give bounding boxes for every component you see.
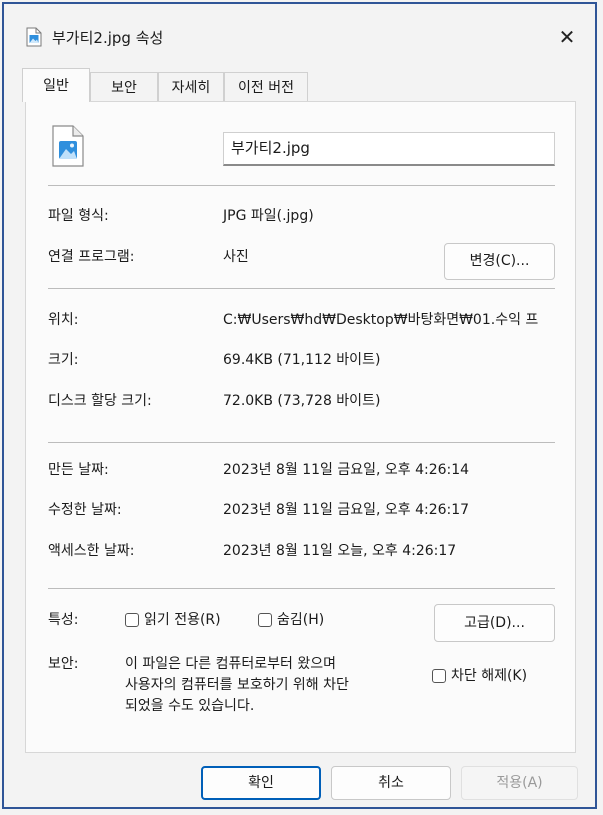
divider [48,442,555,443]
window-title: 부가티2.jpg 속성 [52,29,164,47]
modified-value: 2023년 8월 11일 금요일, 오후 4:26:17 [223,502,470,518]
file-type-label: 파일 형식: [48,208,109,224]
cancel-button-label: 취소 [378,775,404,791]
tab-details[interactable]: 자세히 [158,72,224,102]
change-button-label: 변경(C)... [469,253,530,269]
hidden-label: 숨김(H) [277,612,325,628]
readonly-label: 읽기 전용(R) [144,612,221,628]
tab-security[interactable]: 보안 [90,72,158,102]
divider [48,185,555,186]
created-label: 만든 날짜: [48,462,109,478]
unblock-checkbox[interactable] [432,669,446,683]
cancel-button[interactable]: 취소 [331,766,451,800]
attributes-label: 특성: [48,612,79,628]
tab-label: 이전 버전 [238,80,294,96]
size-on-disk-label: 디스크 할당 크기: [48,393,152,409]
divider [48,588,555,589]
accessed-value: 2023년 8월 11일 오늘, 오후 4:26:17 [223,543,457,559]
tab-label: 일반 [43,78,69,94]
ok-button-label: 확인 [248,775,274,791]
tab-general[interactable]: 일반 [22,68,90,102]
size-label: 크기: [48,352,79,368]
ok-button[interactable]: 확인 [201,766,321,800]
apply-button-label: 적용(A) [496,775,543,791]
modified-label: 수정한 날짜: [48,502,122,518]
security-message: 이 파일은 다른 컴퓨터로부터 왔으며 사용자의 컴퓨터를 보호하기 위해 차단… [125,654,425,717]
hidden-checkbox[interactable] [258,613,272,627]
unblock-label: 차단 해제(K) [451,668,528,684]
tab-previous-versions[interactable]: 이전 버전 [224,72,308,102]
location-value-box[interactable]: C:₩Users₩hd₩Desktop₩바탕화면₩01.수익 프 [223,310,555,330]
title-bar[interactable]: 부가티2.jpg 속성 ✕ [4,4,595,50]
file-type-value: JPG 파일(.jpg) [223,208,314,224]
size-on-disk-value: 72.0KB (73,728 바이트) [223,393,381,409]
opens-with-label: 연결 프로그램: [48,249,135,265]
security-text-line: 되었을 수도 있습니다. [125,698,255,714]
close-icon: ✕ [558,25,576,49]
apply-button[interactable]: 적용(A) [461,766,578,800]
divider [48,288,555,289]
filename-input[interactable]: 부가티2.jpg [223,132,555,166]
size-value: 69.4KB (71,112 바이트) [223,352,381,368]
properties-dialog: 부가티2.jpg 속성 ✕ 일반 보안 자세히 이전 버전 부가티2.jpg 파… [2,2,597,809]
location-label: 위치: [48,312,79,328]
security-label: 보안: [48,656,79,672]
image-file-icon [26,27,42,47]
security-text-line: 이 파일은 다른 컴퓨터로부터 왔으며 [125,656,336,672]
change-button[interactable]: 변경(C)... [444,243,555,280]
tab-label: 보안 [111,80,137,96]
security-text-line: 사용자의 컴퓨터를 보호하기 위해 차단 [125,677,349,693]
accessed-label: 액세스한 날짜: [48,543,135,559]
readonly-checkbox[interactable] [125,613,139,627]
advanced-button[interactable]: 고급(D)... [434,604,555,642]
image-file-icon [52,125,84,167]
created-value: 2023년 8월 11일 금요일, 오후 4:26:14 [223,462,470,478]
close-button[interactable]: ✕ [552,24,582,50]
advanced-button-label: 고급(D)... [464,615,525,631]
location-value: C:₩Users₩hd₩Desktop₩바탕화면₩01.수익 프 [223,312,539,328]
filename-value: 부가티2.jpg [231,139,310,157]
opens-with-value: 사진 [223,249,249,265]
tab-label: 자세히 [171,80,211,96]
